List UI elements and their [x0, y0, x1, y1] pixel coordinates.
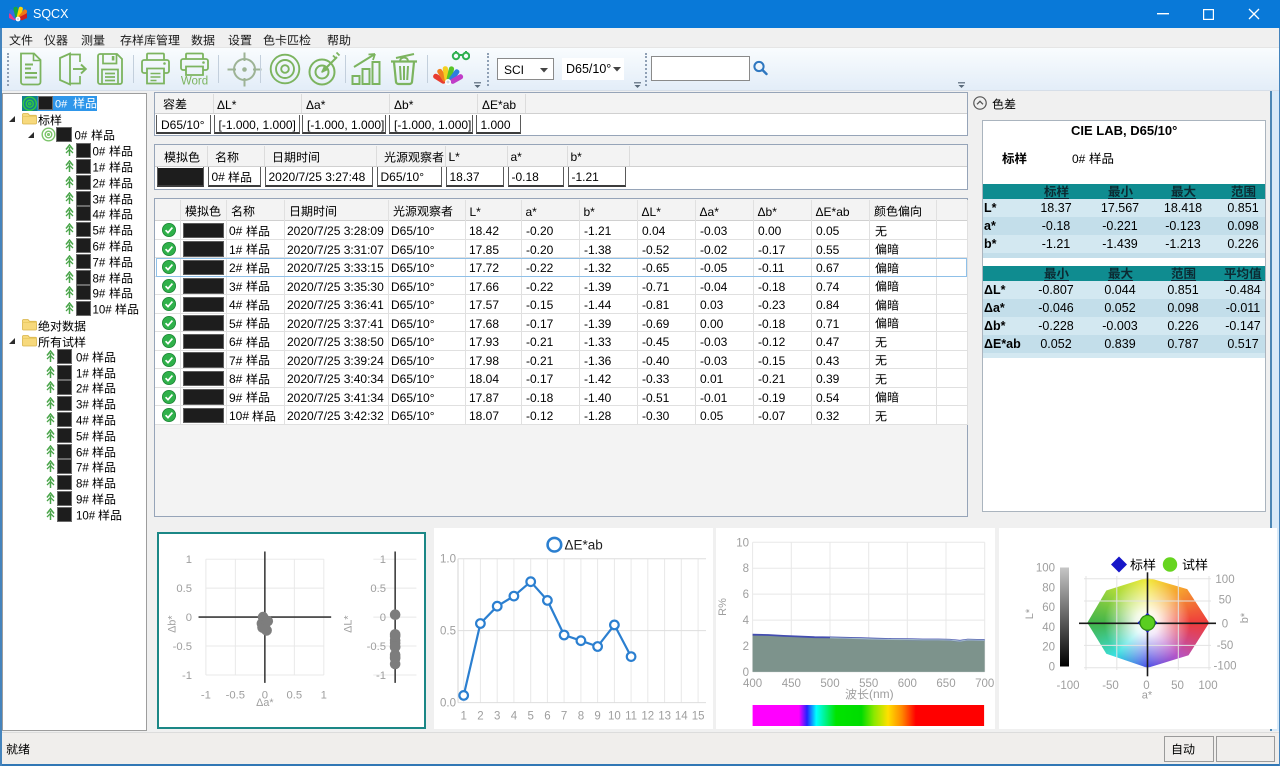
svg-text:-1: -1 — [201, 689, 211, 701]
svg-text:4: 4 — [743, 615, 750, 627]
svg-text:3: 3 — [494, 711, 500, 723]
svg-text:450: 450 — [782, 678, 801, 690]
svg-text:R%: R% — [717, 598, 729, 616]
svg-text:8: 8 — [578, 711, 584, 723]
svg-text:ΔE*ab: ΔE*ab — [565, 538, 603, 553]
svg-text:1: 1 — [186, 554, 192, 566]
svg-text:-100: -100 — [1056, 680, 1079, 692]
svg-text:20: 20 — [1042, 642, 1055, 654]
svg-text:40: 40 — [1042, 622, 1055, 634]
svg-text:-0.5: -0.5 — [367, 640, 386, 652]
svg-text:Δb*: Δb* — [166, 614, 178, 632]
svg-text:80: 80 — [1042, 582, 1055, 594]
svg-text:14: 14 — [675, 711, 688, 723]
svg-text:0: 0 — [1222, 619, 1228, 631]
svg-text:650: 650 — [936, 678, 955, 690]
svg-text:60: 60 — [1042, 602, 1055, 614]
svg-text:0.0: 0.0 — [440, 698, 456, 710]
svg-text:50: 50 — [1219, 594, 1232, 606]
svg-text:1: 1 — [380, 554, 386, 566]
svg-text:1: 1 — [460, 711, 466, 723]
svg-text:0: 0 — [1049, 662, 1055, 674]
svg-text:5: 5 — [527, 711, 533, 723]
svg-text:-1: -1 — [376, 669, 386, 681]
svg-text:12: 12 — [641, 711, 654, 723]
svg-text:100: 100 — [1215, 574, 1234, 586]
svg-text:L*: L* — [1024, 608, 1036, 619]
svg-text:700: 700 — [975, 678, 994, 690]
svg-text:500: 500 — [820, 678, 839, 690]
svg-text:6: 6 — [743, 589, 749, 601]
svg-text:ΔL*: ΔL* — [343, 614, 355, 632]
svg-text:-100: -100 — [1213, 661, 1236, 673]
svg-text:-0.5: -0.5 — [226, 689, 245, 701]
svg-text:100: 100 — [1198, 680, 1217, 692]
svg-text:600: 600 — [898, 678, 917, 690]
svg-text:13: 13 — [658, 711, 671, 723]
svg-text:11: 11 — [625, 711, 637, 723]
svg-text:4: 4 — [511, 711, 518, 723]
svg-text:2: 2 — [743, 641, 749, 653]
svg-text:50: 50 — [1171, 680, 1184, 692]
svg-text:0.5: 0.5 — [440, 626, 456, 638]
svg-text:9: 9 — [594, 711, 600, 723]
svg-text:2: 2 — [477, 711, 483, 723]
svg-text:0: 0 — [380, 611, 386, 623]
svg-text:b*: b* — [1239, 612, 1251, 623]
svg-text:7: 7 — [561, 711, 567, 723]
svg-text:15: 15 — [692, 711, 705, 723]
svg-text:10: 10 — [608, 711, 621, 723]
svg-text:0.5: 0.5 — [287, 689, 303, 701]
svg-text:a*: a* — [1142, 690, 1153, 702]
svg-text:400: 400 — [743, 678, 762, 690]
svg-text:8: 8 — [743, 563, 749, 575]
svg-text:10: 10 — [736, 537, 749, 549]
svg-text:1: 1 — [321, 689, 327, 701]
svg-text:0.5: 0.5 — [176, 582, 192, 594]
svg-text:100: 100 — [1036, 563, 1055, 575]
svg-text:-50: -50 — [1217, 640, 1234, 652]
svg-text:-50: -50 — [1102, 680, 1119, 692]
svg-text:Word: Word — [181, 76, 208, 87]
svg-text:0: 0 — [186, 611, 192, 623]
svg-text:-0.5: -0.5 — [173, 640, 192, 652]
svg-text:1.0: 1.0 — [440, 554, 456, 566]
svg-text:6: 6 — [544, 711, 550, 723]
svg-text:0.5: 0.5 — [370, 582, 386, 594]
svg-text:-1: -1 — [182, 669, 192, 681]
svg-text:Δa*: Δa* — [256, 696, 274, 708]
